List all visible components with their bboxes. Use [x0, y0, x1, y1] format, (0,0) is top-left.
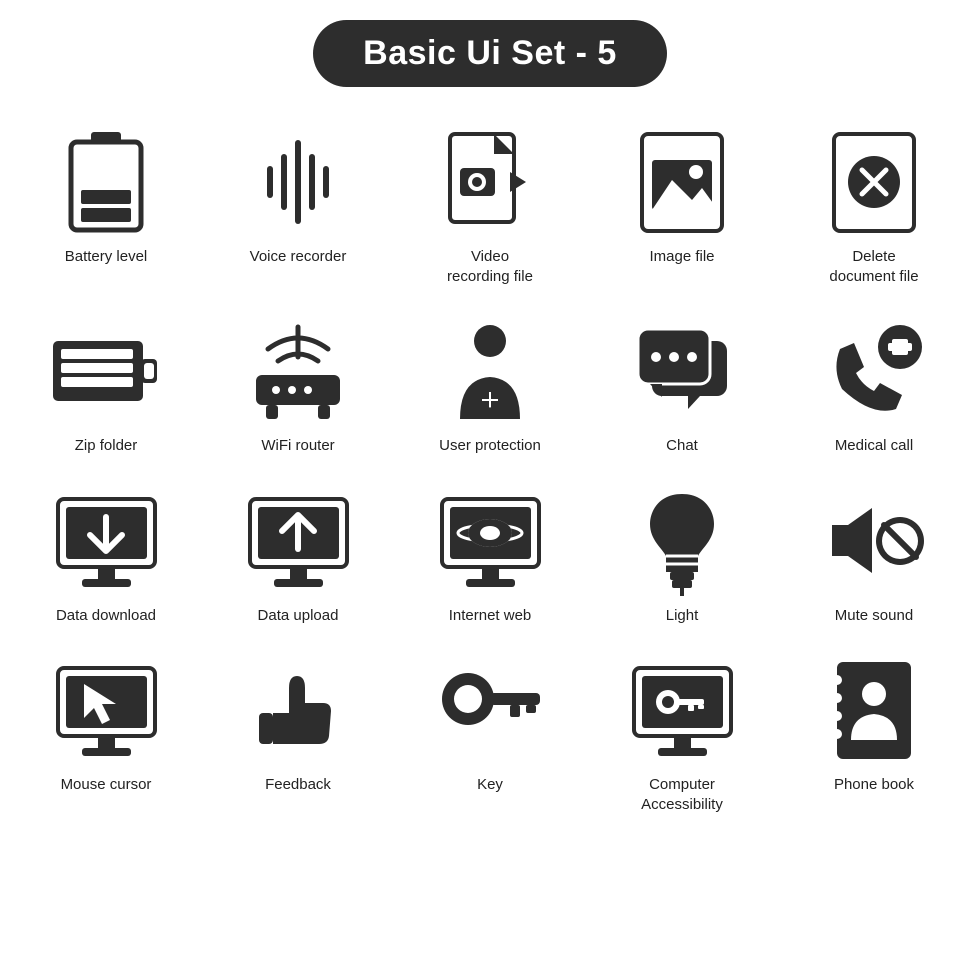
mouse-cursor-icon [51, 655, 161, 765]
icon-cell-phone-book: Phone book [778, 645, 970, 824]
internet-web-label: Internet web [449, 606, 532, 626]
medical-call-icon [819, 316, 929, 426]
mute-sound-label: Mute sound [835, 606, 913, 626]
user-protection-icon [435, 316, 545, 426]
wifi-router-icon [243, 316, 353, 426]
icon-cell-internet-web: Internet web [394, 476, 586, 636]
icon-cell-computer-accessibility: ComputerAccessibility [586, 645, 778, 824]
key-icon [435, 655, 545, 765]
feedback-label: Feedback [265, 775, 331, 795]
medical-call-label: Medical call [835, 436, 913, 456]
data-download-icon [51, 486, 161, 596]
icon-cell-medical-call: Medical call [778, 306, 970, 466]
delete-document-file-label: Deletedocument file [829, 247, 918, 286]
zip-folder-icon [51, 316, 161, 426]
key-label: Key [477, 775, 503, 795]
icon-cell-wifi-router: WiFi router [202, 306, 394, 466]
icon-cell-image-file: Image file [586, 117, 778, 296]
phone-book-label: Phone book [834, 775, 914, 795]
icon-cell-data-upload: Data upload [202, 476, 394, 636]
icon-cell-zip-folder: Zip folder [10, 306, 202, 466]
page-title: Basic Ui Set - 5 [313, 20, 667, 87]
image-file-icon [627, 127, 737, 237]
battery-level-label: Battery level [65, 247, 148, 267]
icon-cell-video-recording-file: Videorecording file [394, 117, 586, 296]
phone-book-icon [819, 655, 929, 765]
computer-accessibility-label: ComputerAccessibility [641, 775, 723, 814]
chat-label: Chat [666, 436, 698, 456]
data-download-label: Data download [56, 606, 156, 626]
data-upload-icon [243, 486, 353, 596]
icon-cell-delete-document-file: Deletedocument file [778, 117, 970, 296]
light-icon [627, 486, 737, 596]
user-protection-label: User protection [439, 436, 541, 456]
data-upload-label: Data upload [258, 606, 339, 626]
voice-recorder-label: Voice recorder [250, 247, 347, 267]
icon-cell-light: Light [586, 476, 778, 636]
icon-cell-feedback: Feedback [202, 645, 394, 824]
internet-web-icon [435, 486, 545, 596]
video-recording-file-icon [435, 127, 545, 237]
feedback-icon [243, 655, 353, 765]
mouse-cursor-label: Mouse cursor [61, 775, 152, 795]
wifi-router-label: WiFi router [261, 436, 334, 456]
icon-cell-data-download: Data download [10, 476, 202, 636]
voice-recorder-icon [243, 127, 353, 237]
delete-document-file-icon [819, 127, 929, 237]
video-recording-file-label: Videorecording file [447, 247, 533, 286]
light-label: Light [666, 606, 699, 626]
icon-cell-chat: Chat [586, 306, 778, 466]
icon-cell-user-protection: User protection [394, 306, 586, 466]
battery-level-icon [51, 127, 161, 237]
icon-cell-battery-level: Battery level [10, 117, 202, 296]
icon-grid: Battery level Voice recorder [10, 117, 970, 824]
icon-cell-mouse-cursor: Mouse cursor [10, 645, 202, 824]
zip-folder-label: Zip folder [75, 436, 138, 456]
icon-cell-voice-recorder: Voice recorder [202, 117, 394, 296]
icon-cell-key: Key [394, 645, 586, 824]
mute-sound-icon [819, 486, 929, 596]
icon-cell-mute-sound: Mute sound [778, 476, 970, 636]
computer-accessibility-icon [627, 655, 737, 765]
image-file-label: Image file [649, 247, 714, 267]
chat-icon [627, 316, 737, 426]
